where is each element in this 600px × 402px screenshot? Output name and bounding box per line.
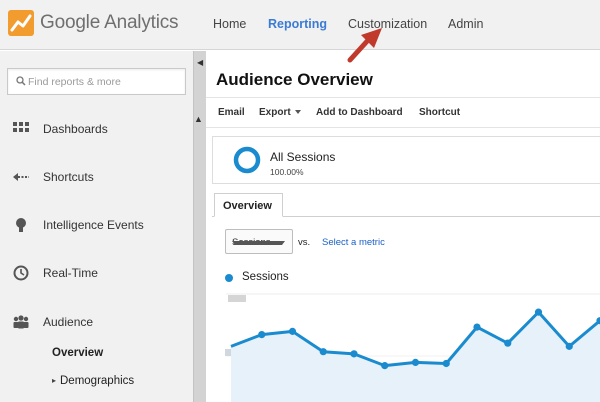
sidebar-item-label: Intelligence Events	[43, 218, 144, 232]
sessions-data-point[interactable]	[319, 348, 327, 356]
chart-area-fill	[231, 312, 600, 402]
segment-percent: 100.00%	[270, 167, 304, 177]
sessions-data-point[interactable]	[258, 330, 266, 339]
sessions-data-point[interactable]	[288, 327, 297, 335]
sidebar-item-dashboards[interactable]: Dashboards	[0, 114, 193, 144]
sessions-data-point[interactable]	[565, 342, 573, 350]
export-button[interactable]: Export	[259, 107, 301, 118]
people-icon	[13, 315, 29, 329]
sidebar-item-real-time[interactable]: Real-Time	[0, 258, 193, 288]
sidebar: Dashboards Shortcuts Intelligence Events…	[0, 51, 193, 402]
search-input[interactable]	[28, 72, 178, 91]
sidebar-collapse-bar[interactable]	[193, 51, 206, 402]
analytics-logo-icon	[8, 10, 34, 36]
legend-dot	[225, 274, 233, 282]
add-to-dashboard-button[interactable]: Add to Dashboard	[316, 107, 403, 118]
google-analytics-logo[interactable]: Google Analytics	[8, 10, 179, 36]
metric-select[interactable]: Sessions	[225, 229, 293, 254]
annotation-arrow-icon	[347, 28, 382, 63]
report-toolbar: Email Export Add to Dashboard Shortcut	[206, 97, 600, 128]
y-axis-blurred-label	[228, 295, 246, 302]
clock-icon	[13, 265, 29, 281]
nav-reporting[interactable]: Reporting	[268, 17, 327, 31]
sessions-line-chart[interactable]	[206, 291, 600, 402]
segment-ring-icon	[233, 146, 261, 174]
chevron-down-icon	[232, 241, 285, 245]
segment-name: All Sessions	[270, 150, 336, 164]
scroll-up-icon[interactable]: ▲	[194, 114, 203, 124]
export-label: Export	[259, 107, 291, 118]
sidebar-item-label: Audience	[43, 315, 94, 329]
shortcut-arrow-icon	[13, 173, 29, 181]
sidebar-item-label: Dashboards	[43, 122, 108, 136]
sessions-data-point[interactable]	[381, 362, 389, 370]
sessions-data-point[interactable]	[504, 339, 512, 347]
legend-label: Sessions	[242, 271, 289, 283]
chevron-down-icon	[294, 110, 301, 115]
expand-triangle-icon[interactable]: ▸	[52, 376, 56, 385]
sessions-data-point[interactable]	[411, 358, 420, 367]
report-search[interactable]	[7, 68, 186, 95]
tab-label: Overview	[223, 200, 272, 212]
main-content: Audience Overview Email Export Add to Da…	[206, 51, 600, 402]
segment-card[interactable]: All Sessions 100.00%	[212, 136, 600, 184]
top-bar: Google Analytics Home Reporting Customiz…	[0, 0, 600, 50]
vs-label: vs.	[298, 237, 311, 248]
sidebar-item-audience[interactable]: Audience	[0, 307, 193, 337]
sessions-data-point[interactable]	[534, 308, 543, 316]
search-icon	[16, 76, 26, 86]
sessions-data-point[interactable]	[473, 323, 481, 331]
sidebar-item-intelligence-events[interactable]: Intelligence Events	[0, 210, 193, 240]
lightbulb-icon	[16, 218, 26, 232]
tab-overview[interactable]: Overview	[214, 193, 283, 217]
sessions-data-point[interactable]	[350, 350, 358, 358]
shortcut-button[interactable]: Shortcut	[419, 107, 460, 118]
sidebar-item-label: Real-Time	[43, 266, 98, 280]
grid-icon	[13, 122, 29, 132]
sidebar-subitem-overview[interactable]: Overview	[52, 347, 103, 359]
page-title: Audience Overview	[216, 70, 373, 89]
collapse-left-icon[interactable]: ◀	[197, 58, 203, 67]
nav-home[interactable]: Home	[213, 17, 246, 31]
sidebar-item-shortcuts[interactable]: Shortcuts	[0, 162, 193, 192]
sidebar-item-label: Shortcuts	[43, 170, 94, 184]
email-button[interactable]: Email	[218, 107, 245, 118]
sidebar-subitem-demographics[interactable]: Demographics	[60, 375, 134, 387]
select-a-metric-link[interactable]: Select a metric	[322, 237, 385, 248]
nav-admin[interactable]: Admin	[448, 17, 483, 31]
logo-text: Google Analytics	[40, 12, 179, 33]
sessions-data-point[interactable]	[442, 359, 450, 368]
